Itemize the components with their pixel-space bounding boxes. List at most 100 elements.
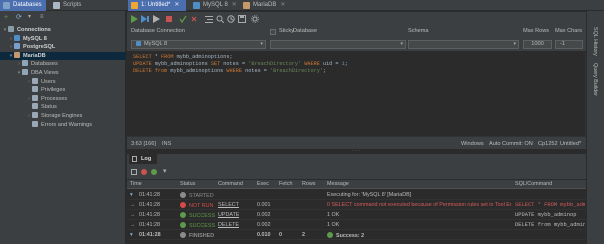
status-icon xyxy=(180,192,186,198)
line-separator[interactable]: Windows xyxy=(461,141,484,147)
tab-untitled[interactable]: 1: Untitled* ✕ xyxy=(128,0,186,11)
stop-icon[interactable] xyxy=(165,15,173,23)
cell-text: 01:41:28 xyxy=(139,222,160,228)
collapse-icon[interactable]: ≡ xyxy=(40,14,47,21)
cell-text: 0.002 xyxy=(257,222,271,228)
column-header[interactable]: Status xyxy=(180,181,195,187)
cell-text: UPDATE xyxy=(218,212,240,218)
tree-node-icon xyxy=(32,86,38,93)
sidebar-item[interactable]: Errors and Warnings xyxy=(0,120,92,129)
log-row[interactable]: → 01:41:28 SUCCESS DELETE 0.002 1 OK DELETE fr… xyxy=(127,220,586,230)
history-icon[interactable] xyxy=(227,15,235,23)
panel-drag-handle[interactable]: · · · xyxy=(348,149,364,154)
sidebar-item-label: Databases xyxy=(31,61,58,68)
chevron-down-icon: ▾ xyxy=(260,41,263,47)
sidebar-item-label: MariaDB xyxy=(23,52,46,59)
tab-scripts[interactable]: Scripts xyxy=(50,0,90,11)
column-header[interactable]: Fetch xyxy=(279,181,292,187)
format-icon[interactable] xyxy=(205,15,213,23)
column-header[interactable]: Command xyxy=(218,181,243,187)
filter-success-icon[interactable] xyxy=(151,169,157,175)
close-icon[interactable]: ✕ xyxy=(174,2,179,8)
auto-commit-status[interactable]: Auto Commit: ON xyxy=(489,141,533,147)
chevron-down-icon[interactable]: ▾ xyxy=(130,192,133,198)
tree-node-icon xyxy=(32,94,38,101)
tab-log[interactable]: Log xyxy=(129,154,157,164)
column-header[interactable]: Rows xyxy=(302,181,315,187)
database-icon xyxy=(243,2,250,9)
column-header[interactable]: SQL/Command xyxy=(515,181,552,187)
filter-icon[interactable]: ▾ xyxy=(28,14,35,21)
execute-icon[interactable] xyxy=(130,15,138,23)
log-row[interactable]: ▾ 01:41:28 FINISHED 0.010 0 2 Success: 2 xyxy=(127,230,586,240)
query-builder-tab[interactable]: Query Builder xyxy=(592,63,598,96)
encoding[interactable]: Cp1252 xyxy=(538,141,558,147)
sidebar-item[interactable]: › Users xyxy=(0,77,56,86)
sticky-checkbox[interactable] xyxy=(270,29,276,35)
schema-select[interactable]: ▾ xyxy=(408,40,519,49)
close-icon[interactable]: ✕ xyxy=(232,2,237,8)
tab-databases[interactable]: Databases xyxy=(0,0,46,11)
log-table-header: Time Status Command Exec Fetch Rows Mess… xyxy=(127,180,586,189)
rollback-icon[interactable] xyxy=(190,15,198,23)
column-header[interactable]: Time xyxy=(130,181,142,187)
filter-error-icon[interactable] xyxy=(141,169,147,175)
tab-label: MariaDB xyxy=(253,2,277,8)
add-icon[interactable]: + xyxy=(4,14,11,21)
code-token: ; xyxy=(322,68,327,74)
log-row[interactable]: → 01:41:28 SUCCESS UPDATE 0.002 1 OK UPDATE my… xyxy=(127,210,586,220)
max-rows-label: Max Rows xyxy=(523,28,550,34)
tab-label: Log xyxy=(141,156,152,162)
tab-mariadb[interactable]: MariaDB ✕ xyxy=(240,0,286,11)
tab-label: Scripts xyxy=(63,2,82,8)
code-token: notes = xyxy=(220,61,249,67)
connection-value: MySQL 8 xyxy=(144,41,168,47)
sidebar-item[interactable]: ▾ MariaDB xyxy=(0,51,126,60)
column-header[interactable]: Message xyxy=(327,181,349,187)
log-cell-command[interactable]: DELETE xyxy=(218,222,239,228)
max-chars-input[interactable]: -1 xyxy=(555,40,583,49)
column-header[interactable]: Exec xyxy=(257,181,269,187)
sidebar-item[interactable]: › MySQL 8 xyxy=(0,34,47,43)
save-icon[interactable] xyxy=(238,15,246,23)
connection-settings-bar: Database Connection MySQL 8 ▾ Sticky Dat… xyxy=(127,25,586,52)
status-text: STARTED xyxy=(189,193,214,199)
sidebar-item[interactable]: ▾ Connections xyxy=(0,26,51,34)
chevron-down-icon: ▾ xyxy=(400,41,403,47)
execute-current-icon[interactable] xyxy=(141,15,149,23)
tab-mysql8[interactable]: MySQL 8 ✕ xyxy=(190,0,237,11)
commit-icon[interactable] xyxy=(179,15,187,24)
log-cell-command[interactable]: UPDATE xyxy=(218,212,239,218)
sql-editor[interactable]: SELECT * FROM mybb_adminoptions; UPDATE … xyxy=(127,52,586,136)
log-cell-time: 01:41:28 xyxy=(139,192,160,198)
sidebar-item[interactable]: › Processes xyxy=(0,94,67,103)
sidebar-item[interactable]: Privileges xyxy=(0,86,65,94)
log-row[interactable]: ▾ 01:41:28 STARTED Executing for: 'MySQL 8'… xyxy=(127,190,586,200)
find-icon[interactable] xyxy=(216,15,225,24)
code-token: WHERE xyxy=(304,61,320,67)
max-rows-input[interactable]: 1000 xyxy=(523,40,552,49)
close-icon[interactable]: ✕ xyxy=(280,2,285,8)
filter-icon[interactable]: ▾ xyxy=(163,167,167,175)
sidebar-item[interactable]: ▾ DBA Views xyxy=(0,69,59,77)
execute-explain-icon[interactable] xyxy=(152,15,160,23)
log-cell-message: 1 OK xyxy=(327,212,511,218)
arrow-right-icon: → xyxy=(130,212,136,218)
settings-icon[interactable] xyxy=(251,15,259,23)
sql-history-tab[interactable]: SQL History xyxy=(592,27,598,56)
sidebar-item[interactable]: Status xyxy=(0,103,57,111)
database-connection-select[interactable]: MySQL 8 ▾ xyxy=(131,40,266,49)
log-cell-status: SUCCESS xyxy=(180,212,215,219)
code-token: WHERE xyxy=(226,68,242,74)
sidebar-item[interactable]: › Storage Engines xyxy=(0,112,82,120)
clear-log-icon[interactable] xyxy=(131,169,137,175)
sidebar-item[interactable]: › Databases xyxy=(0,60,58,68)
log-cell-command[interactable]: SELECT xyxy=(218,202,239,208)
chevron-down-icon[interactable]: ▾ xyxy=(130,232,133,238)
tree-node-icon xyxy=(32,120,38,127)
refresh-icon[interactable]: ⟳ xyxy=(16,14,23,21)
database-select[interactable]: ▾ xyxy=(270,40,406,49)
log-row[interactable]: → 01:41:28 NOT RUN SELECT 0.001 0 SELECT comm… xyxy=(127,200,586,210)
sidebar-item-label: PostgreSQL xyxy=(23,44,56,51)
sidebar-item[interactable]: › PostgreSQL xyxy=(0,43,55,51)
